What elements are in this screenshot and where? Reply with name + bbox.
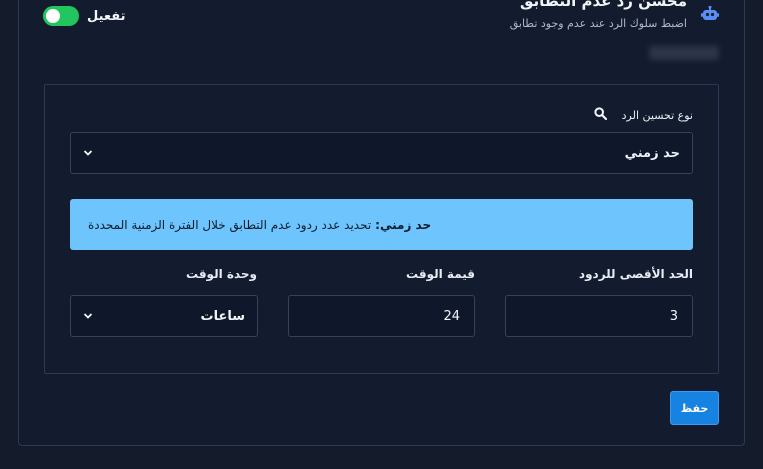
time-unit-label: وحدة الوقت	[185, 267, 257, 281]
time-value-input[interactable]: 24	[288, 295, 475, 337]
chevron-down-icon	[83, 150, 93, 156]
enable-toggle[interactable]	[43, 6, 79, 26]
info-alert: حد زمني: تحديد عدد ردود عدم التطابق خلال…	[70, 199, 693, 250]
section-title: محسّن رد عدم التطابق	[519, 0, 687, 10]
enable-toggle-group: تفعيل	[43, 6, 126, 26]
max-responses-label: الحد الأقصى للردود	[578, 267, 693, 281]
response-type-label: نوع تحسين الرد	[621, 109, 693, 122]
toggle-knob	[46, 9, 60, 23]
save-button[interactable]: حفظ	[670, 391, 719, 425]
search-icon	[594, 107, 607, 120]
info-alert-title: حد زمني:	[375, 217, 432, 232]
info-alert-text: تحديد عدد ردود عدم التطابق خلال الفترة ا…	[88, 217, 372, 232]
section-subtitle: اضبط سلوك الرد عند عدم وجود تطابق	[509, 17, 687, 30]
enable-toggle-label: تفعيل	[87, 8, 126, 24]
response-type-select[interactable]: حد زمني	[70, 132, 693, 174]
response-type-value: حد زمني	[624, 145, 680, 161]
max-responses-input[interactable]: 3	[505, 295, 693, 337]
time-value-label: قيمة الوقت	[406, 267, 475, 281]
robot-icon	[701, 6, 719, 20]
blurred-text	[649, 46, 719, 60]
chevron-down-icon	[83, 313, 93, 319]
time-unit-select[interactable]: ساعات	[70, 295, 258, 337]
time-unit-value: ساعات	[200, 308, 246, 324]
